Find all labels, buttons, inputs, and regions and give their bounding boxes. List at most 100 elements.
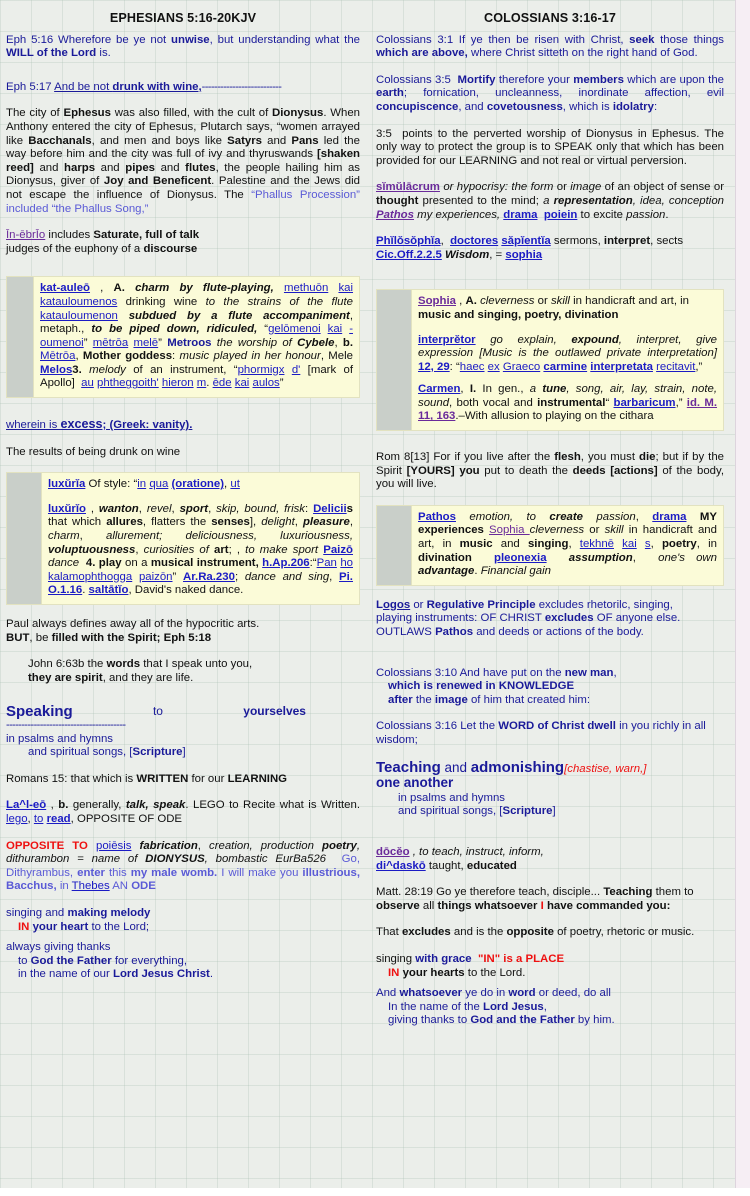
with-grace-bold: with grace <box>415 952 472 965</box>
right-margin-strip <box>735 0 750 1196</box>
d-link[interactable]: d' <box>292 364 301 376</box>
pleonexia-link[interactable]: pleonexia <box>494 552 547 564</box>
doceo-link[interactable]: dōcĕo <box>376 846 410 858</box>
phtheggoith-link[interactable]: phtheggoith' <box>97 377 159 389</box>
pathos-link[interactable]: Pathos <box>376 209 414 221</box>
drama-link[interactable]: drama <box>503 209 537 221</box>
tekhne-link[interactable]: tekhnē <box>580 538 614 550</box>
mele-link[interactable]: melē <box>133 337 158 349</box>
but-bold: BUT <box>6 631 30 644</box>
in-link[interactable]: in <box>137 478 146 490</box>
haec-link[interactable]: haec <box>460 361 485 373</box>
kat-auleo-link[interactable]: kat-auleō <box>40 282 90 294</box>
in-ebrio-link[interactable]: Īn-ēbrĪo <box>6 229 45 241</box>
doctores-link[interactable]: doctores <box>450 235 498 247</box>
but-filled-spirit: BUT, be filled with the Spirit; Eph 5:18 <box>6 632 360 646</box>
cicero-entry: Cic.Off.2.2.5 Wisdom, = sophia <box>376 248 543 261</box>
god-father-bold: God the Father <box>30 954 112 967</box>
luxuria-link[interactable]: luxŭrĭa <box>48 478 85 490</box>
carmen-link[interactable]: Carmen <box>418 383 460 395</box>
interpretor-link[interactable]: interprĕtor <box>418 334 476 346</box>
paizon-link[interactable]: paizōn <box>139 571 173 583</box>
kai-link-2[interactable]: kai <box>328 323 343 335</box>
recitavit-link[interactable]: recitavit <box>656 361 695 373</box>
pathos-link-2[interactable]: Pathos <box>418 511 456 523</box>
didasko-link[interactable]: di^daskō <box>376 860 426 872</box>
matt-28-19-verse: Matt. 28:19 Go ye therefore teach, disci… <box>376 886 724 913</box>
12-29-link[interactable]: 12, 29 <box>418 361 450 373</box>
hieron-link[interactable]: hieron <box>162 377 194 389</box>
left-column-title: EPHESIANS 5:16-20KJV <box>109 11 257 25</box>
laleo-link[interactable]: La^l-eō <box>6 799 46 811</box>
for-everything-text: for everything, <box>111 954 188 967</box>
sapientia-link[interactable]: săpĭentĭa <box>501 235 550 247</box>
methuon-link[interactable]: methuōn <box>284 282 328 294</box>
sophia-link[interactable]: sophia <box>505 249 542 261</box>
m-link[interactable]: m <box>197 377 207 389</box>
katauloumenon-link[interactable]: katauloumenon <box>40 310 118 322</box>
thebes-link[interactable]: Thebes <box>72 880 110 892</box>
to-lord-right: to the Lord. <box>464 966 526 979</box>
one-another-line: one another <box>376 776 724 792</box>
hap206-link[interactable]: h.Ap.206 <box>262 557 309 569</box>
graeco-link[interactable]: Graeco <box>503 361 540 373</box>
sophia-link-3[interactable]: Sophia <box>489 524 530 536</box>
carmine-link[interactable]: carmine <box>543 361 587 373</box>
carmen-line: Carmen, I. In gen., a tune, song, air, l… <box>418 383 718 423</box>
aulos-link[interactable]: aulos <box>253 377 280 389</box>
in-ebrio-bold: Saturate, full of talk <box>93 229 200 242</box>
melos-link[interactable]: Melos <box>40 364 72 376</box>
excludes-bold: excludes <box>401 926 451 939</box>
gelomenoi-link[interactable]: gelōmenoi <box>268 323 321 335</box>
katauloumenos-link[interactable]: katauloumenos <box>40 296 117 308</box>
ut-link[interactable]: ut <box>230 478 240 490</box>
to-link[interactable]: to <box>34 813 44 825</box>
in-your-hearts-line: IN your hearts to the Lord. <box>376 967 724 981</box>
ede-link[interactable]: ēde <box>213 377 232 389</box>
kalamophthogga-link[interactable]: kalamophthogga <box>48 571 132 583</box>
john-text-b: that I speak unto you, <box>140 658 253 671</box>
ho-link[interactable]: ho <box>340 557 353 569</box>
poiesis-link[interactable]: poiēsis <box>96 840 131 852</box>
poiein-link[interactable]: poiein <box>544 209 578 221</box>
lego-link[interactable]: lego <box>6 813 28 825</box>
drama-link-2[interactable]: drama <box>652 511 686 523</box>
read-link[interactable]: read <box>47 813 71 825</box>
metroa-link-2[interactable]: Mētrōa <box>40 350 75 362</box>
sophia-link-2[interactable]: Sophia <box>418 295 456 307</box>
oratione-link[interactable]: (oratione) <box>172 478 225 490</box>
interpretata-link[interactable]: interpretata <box>590 361 653 373</box>
singing-text-left: singing and <box>6 906 68 919</box>
kai-link-1[interactable]: kai <box>338 282 353 294</box>
sophia-line-1: Sophia , A. cleverness or skill in handi… <box>418 295 690 321</box>
kai-link-3[interactable]: kai <box>235 377 250 389</box>
eph-5-16-text-a: Eph 5:16 Wherefore be ye not <box>6 33 172 46</box>
cic-off-link[interactable]: Cic.Off.2.2.5 <box>376 249 442 261</box>
luxuria-highlight-box: luxŭrĭa Of style: “in qua (oratione), ut… <box>6 472 360 605</box>
arra230-link[interactable]: Ar.Ra.230 <box>183 571 235 583</box>
making-melody-bold: making melody <box>67 906 151 919</box>
au-link[interactable]: au <box>81 377 94 389</box>
ex-link[interactable]: ex <box>488 361 500 373</box>
qua-link[interactable]: qua <box>149 478 168 490</box>
metroa-link[interactable]: mētrōa <box>93 337 128 349</box>
pan-link[interactable]: Pan <box>317 557 337 569</box>
eph-5-16-bold-will: WILL of the Lord <box>6 47 97 60</box>
matt-text-c: all <box>419 899 438 912</box>
paizo-link[interactable]: Paizō <box>323 544 353 556</box>
eph-5-17-underline-a: And be not <box>54 80 113 93</box>
poetry-rhetoric-text: of poetry, rhetoric or music. <box>553 926 695 939</box>
results-drunk-line: The results of being drunk on wine <box>6 445 181 458</box>
kai-link-4[interactable]: kai <box>622 538 637 550</box>
saltatio-link[interactable]: saltātĭo <box>89 584 129 596</box>
barbaricum-link[interactable]: barbaricum <box>614 397 676 409</box>
logos-link[interactable]: ogos <box>383 599 410 611</box>
simulacrum-link[interactable]: sĭmŭlācrum <box>376 181 440 193</box>
comma-text: , <box>543 1000 547 1013</box>
luxurio-link[interactable]: luxŭrĭo <box>48 503 86 515</box>
highlight-gutter-2 <box>7 473 42 604</box>
philosophia-link[interactable]: Phĭlŏsŏphĭa <box>376 235 441 247</box>
s-link[interactable]: s <box>645 538 651 550</box>
phormigx-link[interactable]: phormigx <box>238 364 285 376</box>
deliciis-link[interactable]: Delicii <box>313 503 347 515</box>
